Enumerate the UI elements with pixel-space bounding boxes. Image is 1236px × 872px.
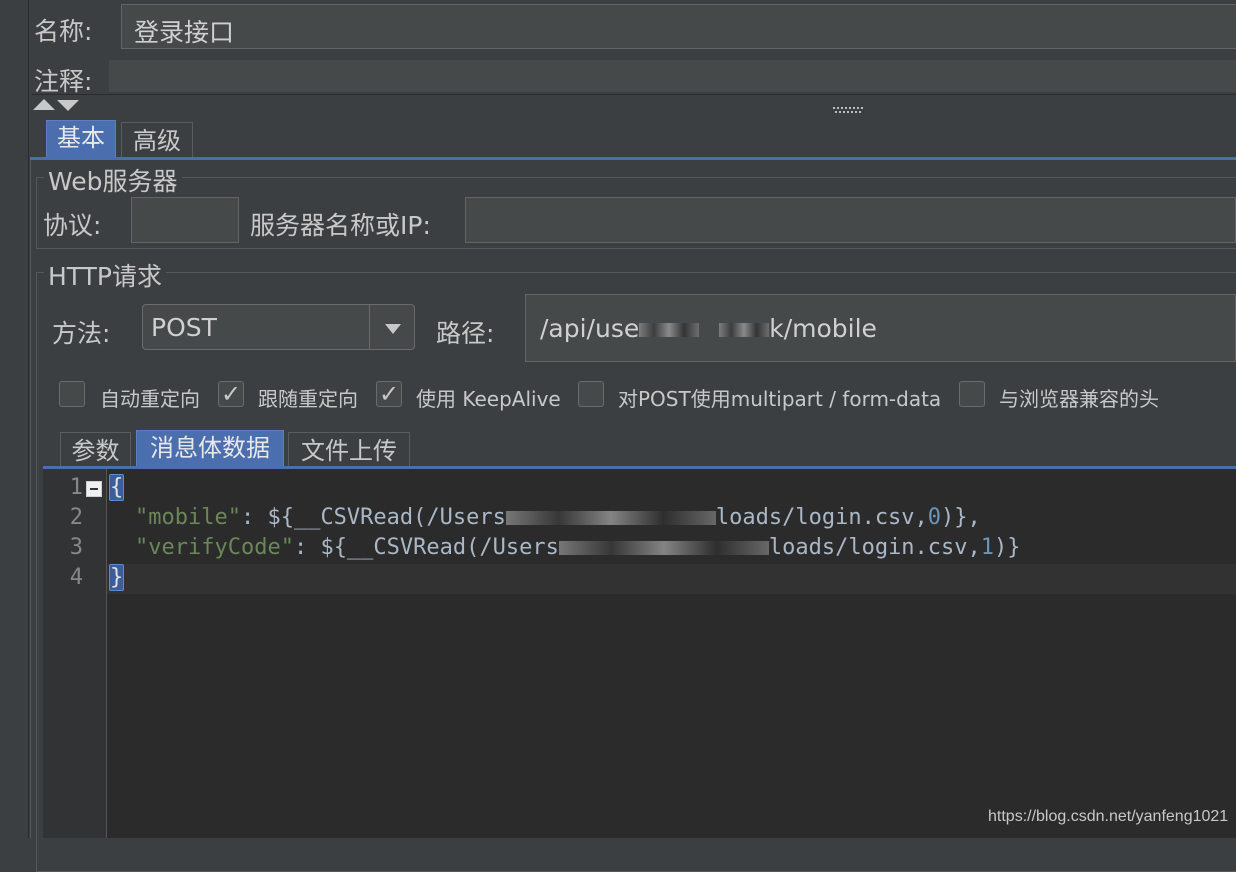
- current-line-highlight: [107, 564, 1236, 594]
- protocol-label: 协议:: [43, 211, 102, 240]
- name-label: 名称:: [34, 17, 93, 46]
- checkbox-keepalive[interactable]: ✓: [376, 381, 402, 407]
- path-prefix: /api/use: [540, 314, 640, 343]
- protocol-input[interactable]: [131, 197, 239, 243]
- path-input[interactable]: /api/use k/mobile: [525, 294, 1236, 362]
- body-data-editor[interactable]: 1 2 3 4 { "mobile": ${__CSVRead(/Users lo…: [43, 469, 1236, 838]
- checkbox-browser-headers-label: 与浏览器兼容的头: [999, 387, 1159, 411]
- checkmark-icon: ✓: [220, 380, 242, 408]
- comment-label: 注释:: [34, 67, 93, 96]
- path-input-value: /api/use k/mobile: [540, 314, 877, 343]
- web-server-title: Web服务器: [44, 162, 182, 198]
- tab-advanced[interactable]: 高级: [121, 122, 193, 158]
- checkmark-icon: ✓: [378, 380, 400, 408]
- csvread-file: loads/login.csv,: [715, 505, 928, 530]
- http-request-title: HTTP请求: [44, 257, 166, 293]
- checkbox-follow-redirect[interactable]: ✓: [218, 381, 244, 407]
- splitter-grip-icon[interactable]: [833, 99, 865, 113]
- code-line-1: {: [109, 474, 125, 501]
- tab-parameters[interactable]: 参数: [60, 432, 131, 468]
- path-label: 路径:: [436, 319, 495, 348]
- collapse-arrows[interactable]: [33, 97, 83, 111]
- path-redacted-2: [719, 323, 770, 337]
- tab-file-upload[interactable]: 文件上传: [288, 432, 410, 468]
- chevron-down-icon[interactable]: [383, 321, 403, 335]
- line-end: )},: [941, 505, 981, 530]
- fold-toggle-icon[interactable]: [86, 481, 102, 497]
- comment-input[interactable]: [109, 60, 1236, 92]
- checkbox-multipart-label: 对POST使用multipart / form-data: [618, 387, 942, 411]
- redacted-path: [505, 511, 716, 525]
- method-label: 方法:: [52, 319, 111, 348]
- line-number: 4: [69, 565, 83, 590]
- line-number: 1: [69, 475, 83, 500]
- name-input[interactable]: 登录接口: [121, 4, 1236, 49]
- method-select-divider: [369, 305, 370, 349]
- code-line-3: "verifyCode": ${__CSVRead(/Users loads/lo…: [135, 535, 1021, 560]
- splitter-line: [32, 94, 1236, 95]
- checkbox-keepalive-label: 使用 KeepAlive: [416, 387, 561, 411]
- checkbox-browser-headers[interactable]: [959, 381, 985, 407]
- code-line-2: "mobile": ${__CSVRead(/Users loads/login.…: [135, 505, 981, 530]
- line-end: )}: [994, 535, 1021, 560]
- code-line-4: }: [109, 564, 125, 591]
- line-number: 2: [69, 505, 83, 530]
- redacted-path: [558, 541, 769, 555]
- checkbox-follow-redirect-label: 跟随重定向: [258, 387, 358, 411]
- left-panel-edge: [0, 0, 29, 838]
- column-index: 1: [980, 535, 995, 560]
- csvread-call: : ${__CSVRead(/Users: [240, 505, 506, 530]
- checkbox-auto-redirect[interactable]: [59, 381, 85, 407]
- name-input-value: 登录接口: [134, 18, 235, 47]
- verifycode-key: "verifyCode": [135, 535, 294, 560]
- method-select-value: POST: [151, 313, 217, 342]
- server-label: 服务器名称或IP:: [250, 211, 431, 240]
- tab-body-data[interactable]: 消息体数据: [136, 430, 284, 468]
- server-input[interactable]: [465, 197, 1236, 243]
- csvread-call: : ${__CSVRead(/Users: [293, 535, 559, 560]
- checkbox-multipart[interactable]: [578, 381, 604, 407]
- watermark: https://blog.csdn.net/yanfeng1021: [988, 808, 1229, 825]
- csvread-file: loads/login.csv,: [768, 535, 981, 560]
- close-brace: }: [109, 564, 125, 591]
- column-index: 0: [927, 505, 942, 530]
- path-redacted-1: [639, 323, 700, 337]
- method-select[interactable]: POST: [142, 304, 415, 350]
- collapse-arrows-icon: [33, 99, 79, 111]
- open-brace: {: [109, 474, 125, 501]
- path-suffix: k/mobile: [769, 314, 877, 343]
- line-number: 3: [69, 535, 83, 560]
- checkbox-auto-redirect-label: 自动重定向: [100, 387, 200, 411]
- mobile-key: "mobile": [135, 505, 241, 530]
- tab-basic[interactable]: 基本: [46, 120, 116, 158]
